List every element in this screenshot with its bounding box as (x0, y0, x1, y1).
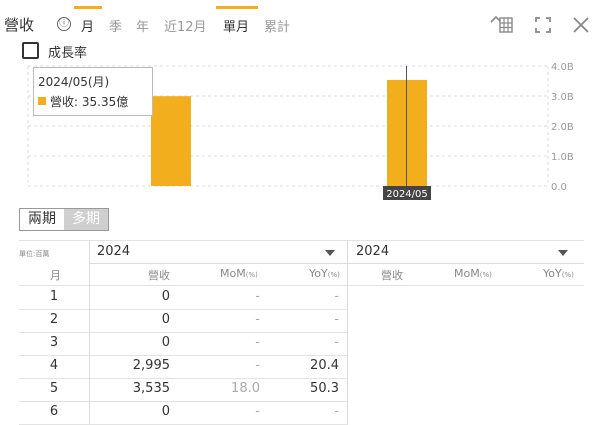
cell-month: 4 (49, 358, 59, 373)
col-yoy-label: YoY (309, 267, 328, 280)
cell-mom: - (255, 404, 260, 419)
cell-month: 5 (49, 381, 59, 396)
tab-single-month-indicator (216, 6, 258, 9)
cell-mom: 18.0 (231, 381, 260, 396)
period-toggle[interactable]: 兩期 多期 (19, 208, 109, 231)
cell-mom: - (255, 335, 260, 350)
row-divider (19, 378, 348, 379)
tab-year[interactable]: 年 (136, 16, 149, 35)
col-revenue: 營收 (148, 269, 170, 282)
row-divider (19, 309, 348, 310)
cell-revenue: 0 (161, 289, 170, 304)
y-tick-label: 0.0 (551, 182, 567, 193)
table-top-border (19, 240, 584, 241)
chevron-down-icon (325, 250, 335, 256)
widget-header: 營收 ⓘ 月 季 年 近12月 單月 累計 (0, 0, 606, 38)
tab-quarter[interactable]: 季 (109, 16, 122, 35)
col-mom: MoM(%) (220, 267, 258, 280)
col-yoy-right: YoY(%) (543, 267, 574, 280)
y-tick-label: 3.0B (551, 92, 574, 103)
cell-mom: - (255, 358, 260, 373)
growth-rate-checkbox[interactable] (22, 42, 39, 59)
col-mom-right-unit: (%) (479, 271, 492, 279)
highlight-x-label: 2024/05 (386, 189, 428, 200)
cell-month: 3 (49, 335, 59, 350)
y-tick-label: 4.0B (551, 62, 574, 73)
cell-revenue: 0 (161, 312, 170, 327)
growth-rate-label: 成長率 (48, 46, 88, 61)
cell-month: 6 (49, 404, 59, 419)
cell-yoy: 50.3 (310, 381, 339, 396)
cell-yoy: - (334, 335, 339, 350)
fullscreen-icon[interactable] (535, 17, 551, 33)
tooltip-value-row: 營收: 35.35億 (50, 93, 128, 110)
y-tick-label: 2.0B (551, 122, 574, 133)
period-two-button[interactable]: 兩期 (20, 209, 64, 230)
cell-revenue: 2,995 (132, 358, 170, 373)
cell-yoy: - (334, 312, 339, 327)
cell-revenue: 0 (161, 404, 170, 419)
left-year-value: 2024 (97, 244, 131, 259)
col-mom-right: MoM(%) (454, 267, 492, 280)
col-month: 月 (50, 269, 61, 282)
cell-mom: - (255, 312, 260, 327)
tab-month-indicator (74, 6, 102, 9)
col-revenue-right: 營收 (381, 269, 403, 282)
tooltip-value: 35.35億 (81, 95, 129, 109)
col-mom-unit: (%) (245, 271, 258, 279)
cell-mom: - (255, 289, 260, 304)
widget-title: 營收 (4, 16, 35, 34)
col-yoy-right-label: YoY (543, 267, 562, 280)
cell-month: 1 (49, 289, 59, 304)
row-divider (19, 332, 348, 333)
bar-2024/04[interactable] (151, 96, 191, 186)
chart-tooltip: 2024/05(月) 營收: 35.35億 (33, 67, 153, 116)
col-yoy: YoY(%) (309, 267, 340, 280)
right-year-select[interactable]: 2024 (348, 240, 584, 264)
cell-yoy: - (334, 289, 339, 304)
col-yoy-right-unit: (%) (561, 271, 574, 279)
cell-yoy: - (334, 404, 339, 419)
cell-revenue: 0 (161, 335, 170, 350)
cell-yoy: 20.4 (310, 358, 339, 373)
table-header-border (19, 285, 584, 286)
period-multi-button[interactable]: 多期 (64, 209, 108, 230)
cell-month: 2 (49, 312, 59, 327)
tooltip-series: 營收: (50, 95, 79, 109)
tab-single-month[interactable]: 單月 (223, 16, 249, 35)
tab-cumulative[interactable]: 累計 (264, 16, 290, 35)
row-divider (19, 355, 348, 356)
close-icon[interactable] (573, 17, 589, 33)
cell-revenue: 3,535 (132, 381, 170, 396)
info-icon[interactable]: ⓘ (57, 17, 71, 31)
tooltip-series-swatch (38, 97, 46, 105)
tab-month[interactable]: 月 (81, 16, 94, 35)
chevron-down-icon (558, 250, 568, 256)
col-yoy-unit: (%) (327, 271, 340, 279)
row-divider (19, 401, 348, 402)
tooltip-period: 2024/05(月) (38, 75, 110, 89)
compare-chart-icon[interactable] (490, 14, 514, 34)
right-year-value: 2024 (356, 244, 390, 259)
col-mom-right-label: MoM (454, 267, 480, 280)
revenue-widget: 營收 ⓘ 月 季 年 近12月 單月 累計 成長率 4.0B 3.0B 2.0B… (0, 0, 606, 425)
y-tick-label: 1.0B (551, 152, 574, 163)
unit-label: 單位:百萬 (19, 250, 50, 258)
col-mom-label: MoM (220, 267, 246, 280)
tab-last-12-months[interactable]: 近12月 (164, 16, 207, 35)
left-year-select[interactable]: 2024 (89, 240, 347, 264)
